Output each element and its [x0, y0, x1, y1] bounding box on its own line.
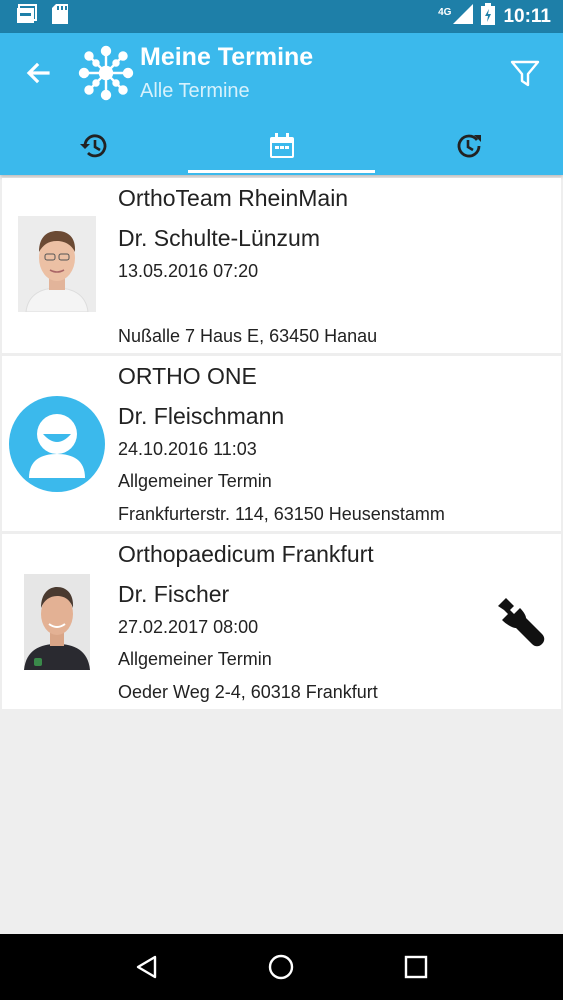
doctor-name: Dr. Fischer: [118, 581, 230, 607]
placeholder-person-icon: [9, 396, 105, 492]
home-circle-icon[interactable]: [261, 947, 301, 987]
tab-bar: [0, 121, 563, 175]
appointment-address: Frankfurterstr. 114, 63150 Heusenstamm: [118, 504, 445, 524]
appointment-card[interactable]: Orthopaedicum Frankfurt Dr. Fischer 27.0…: [2, 534, 561, 709]
appointment-address: Oeder Weg 2-4, 60318 Frankfurt: [118, 682, 378, 702]
recents-square-icon[interactable]: [396, 947, 436, 987]
appointment-datetime: 24.10.2016 11:03: [118, 439, 257, 459]
battery-icon: [481, 3, 496, 30]
upcoming-clock-icon: [454, 131, 484, 166]
practice-name: OrthoTeam RheinMain: [118, 185, 349, 211]
doctor-photo: [24, 574, 90, 670]
status-time: 10:11: [503, 5, 551, 27]
appointment-card[interactable]: OrthoTeam RheinMain Dr. Schulte-Lünzum 1…: [2, 178, 561, 353]
appointment-datetime: 13.05.2016 07:20: [118, 261, 259, 281]
doctor-name: Dr. Schulte-Lünzum: [118, 225, 320, 251]
doctor-photo: [18, 216, 96, 312]
app-logo: [78, 45, 134, 101]
back-arrow-icon[interactable]: [22, 57, 54, 89]
back-triangle-icon[interactable]: [127, 947, 167, 987]
appointment-type: Allgemeiner Termin: [118, 649, 272, 669]
doctor-name: Dr. Fleischmann: [118, 403, 285, 429]
sd-card-icon: [52, 4, 68, 29]
calendar-icon: [267, 131, 297, 166]
practice-name: Orthopaedicum Frankfurt: [118, 541, 374, 567]
practice-name: ORTHO ONE: [118, 363, 257, 389]
appointment-card[interactable]: ORTHO ONE Dr. Fleischmann 24.10.2016 11:…: [2, 356, 561, 531]
gallery-notification-icon: [16, 4, 38, 29]
appointment-list: OrthoTeam RheinMain Dr. Schulte-Lünzum 1…: [2, 178, 561, 712]
signal-icon: [453, 4, 474, 29]
tab-history[interactable]: [0, 121, 188, 175]
status-bar: 4G 10:11: [0, 0, 563, 33]
tab-calendar[interactable]: [187, 121, 376, 175]
network-type: 4G: [438, 7, 452, 18]
app-subtitle: Alle Termine: [140, 80, 250, 102]
appointment-type: Allgemeiner Termin: [118, 471, 272, 491]
wrench-icon[interactable]: [492, 594, 548, 650]
app-bar: Meine Termine Alle Termine: [0, 33, 563, 175]
tab-upcoming[interactable]: [375, 121, 563, 175]
appointment-address: Nußalle 7 Haus E, 63450 Hanau: [118, 326, 378, 346]
appointment-datetime: 27.02.2017 08:00: [118, 617, 259, 637]
app-title: Meine Termine: [140, 43, 314, 71]
history-icon: [79, 131, 109, 166]
system-nav-bar: [0, 934, 563, 1000]
filter-icon[interactable]: [509, 57, 541, 89]
